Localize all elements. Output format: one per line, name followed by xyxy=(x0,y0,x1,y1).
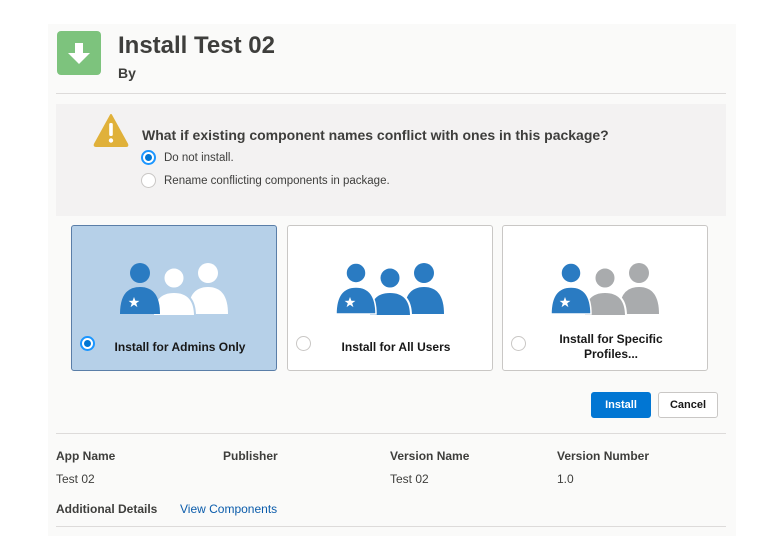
install-admins-only-card[interactable]: Install for Admins Only xyxy=(71,225,277,371)
profile-users-icon xyxy=(503,254,707,316)
install-all-users-card[interactable]: Install for All Users xyxy=(287,225,493,371)
app-name-label: App Name xyxy=(56,449,116,463)
version-number-value: 1.0 xyxy=(557,472,574,486)
option-do-not-install[interactable]: Do not install. xyxy=(141,150,234,165)
version-number-label: Version Number xyxy=(557,449,650,463)
card-label: Install for Admins Only xyxy=(114,339,246,354)
radio-button[interactable] xyxy=(296,336,311,351)
radio-button[interactable] xyxy=(511,336,526,351)
all-users-icon xyxy=(288,254,492,316)
page-title: Install Test 02 xyxy=(118,32,275,59)
card-label: Install for All Users xyxy=(341,339,451,354)
version-name-value: Test 02 xyxy=(390,472,429,486)
option-rename-components[interactable]: Rename conflicting components in package… xyxy=(141,173,390,188)
conflict-question: What if existing component names conflic… xyxy=(142,127,609,143)
version-name-label: Version Name xyxy=(390,449,470,463)
card-label: Install for Specific Profiles... xyxy=(559,332,663,361)
install-specific-profiles-card[interactable]: Install for Specific Profiles... xyxy=(502,225,708,371)
radio-button-selected[interactable] xyxy=(141,150,156,165)
download-arrow-icon xyxy=(57,31,101,75)
warning-icon xyxy=(93,113,129,152)
install-button[interactable]: Install xyxy=(591,392,651,418)
admin-users-icon xyxy=(72,254,276,316)
footer-divider xyxy=(56,526,726,527)
app-name-value: Test 02 xyxy=(56,472,95,486)
publisher-label: Publisher xyxy=(223,449,278,463)
publisher-byline: By xyxy=(118,65,136,81)
info-divider xyxy=(56,433,726,434)
option-label: Do not install. xyxy=(164,151,234,164)
additional-details-label: Additional Details xyxy=(56,502,158,516)
option-label: Rename conflicting components in package… xyxy=(164,174,390,187)
view-components-link[interactable]: View Components xyxy=(180,502,277,516)
cancel-button[interactable]: Cancel xyxy=(658,392,718,418)
header-divider xyxy=(56,93,726,94)
radio-button[interactable] xyxy=(141,173,156,188)
radio-button-selected[interactable] xyxy=(80,336,95,351)
